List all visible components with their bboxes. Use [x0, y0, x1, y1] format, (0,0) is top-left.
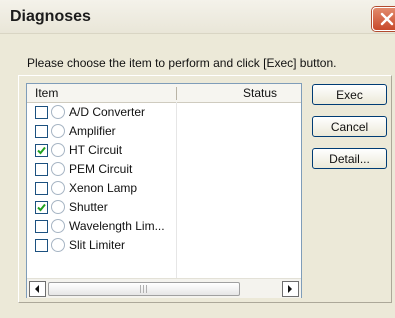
window-title: Diagnoses: [10, 8, 91, 25]
list-item-pem-circuit[interactable]: PEM Circuit: [27, 160, 175, 179]
item-label: Wavelength Lim...: [69, 219, 165, 233]
diagnoses-dialog: Diagnoses Please choose the item to perf…: [0, 0, 395, 318]
cancel-button[interactable]: Cancel: [312, 116, 387, 137]
status-radio-icon: [51, 124, 65, 138]
grip-icon: [138, 285, 150, 293]
item-label: Slit Limiter: [69, 238, 126, 252]
close-button[interactable]: [372, 7, 395, 31]
list-item-amplifier[interactable]: Amplifier: [27, 122, 175, 141]
status-radio-icon: [51, 219, 65, 233]
list-item-ht-circuit[interactable]: HT Circuit: [27, 141, 175, 160]
arrow-left-icon: [35, 285, 39, 293]
column-header-status[interactable]: Status: [243, 86, 277, 100]
scroll-left-button[interactable]: [29, 281, 46, 297]
column-divider: [176, 102, 177, 278]
list-item-wavelength-limiter[interactable]: Wavelength Lim...: [27, 217, 175, 236]
checkbox[interactable]: [35, 239, 48, 252]
checkbox[interactable]: [35, 163, 48, 176]
checkbox[interactable]: [35, 144, 48, 157]
list-item-xenon-lamp[interactable]: Xenon Lamp: [27, 179, 175, 198]
arrow-right-icon: [288, 285, 292, 293]
item-label: Xenon Lamp: [69, 181, 138, 195]
checkmark-icon: [37, 203, 46, 212]
scroll-thumb[interactable]: [48, 282, 240, 296]
column-separator[interactable]: [176, 87, 177, 100]
checkbox[interactable]: [35, 106, 48, 119]
checkbox[interactable]: [35, 125, 48, 138]
item-label: Amplifier: [69, 124, 116, 138]
diagnosis-item-list[interactable]: Item Status A/D Converter Amplifier HT C…: [26, 83, 302, 298]
status-radio-icon: [51, 143, 65, 157]
scroll-right-button[interactable]: [282, 281, 299, 297]
checkbox[interactable]: [35, 220, 48, 233]
checkbox[interactable]: [35, 201, 48, 214]
status-radio-icon: [51, 162, 65, 176]
horizontal-scrollbar[interactable]: [27, 278, 301, 298]
status-radio-icon: [51, 105, 65, 119]
item-label: Shutter: [69, 200, 108, 214]
column-header-item[interactable]: Item: [35, 86, 58, 100]
checkmark-icon: [37, 146, 46, 155]
title-bar[interactable]: Diagnoses: [0, 0, 395, 34]
checkbox[interactable]: [35, 182, 48, 195]
item-label: PEM Circuit: [69, 162, 133, 176]
close-icon: [380, 12, 394, 26]
status-radio-icon: [51, 181, 65, 195]
exec-button[interactable]: Exec: [312, 84, 387, 105]
status-radio-icon: [51, 238, 65, 252]
detail-button[interactable]: Detail...: [312, 148, 387, 169]
item-label: A/D Converter: [69, 105, 146, 119]
list-header: Item Status: [27, 84, 301, 103]
list-item-shutter[interactable]: Shutter: [27, 198, 175, 217]
status-radio-icon: [51, 200, 65, 214]
instruction-text: Please choose the item to perform and cl…: [27, 56, 337, 70]
item-label: HT Circuit: [69, 143, 123, 157]
list-item-slit-limiter[interactable]: Slit Limiter: [27, 236, 175, 255]
list-item-ad-converter[interactable]: A/D Converter: [27, 103, 175, 122]
